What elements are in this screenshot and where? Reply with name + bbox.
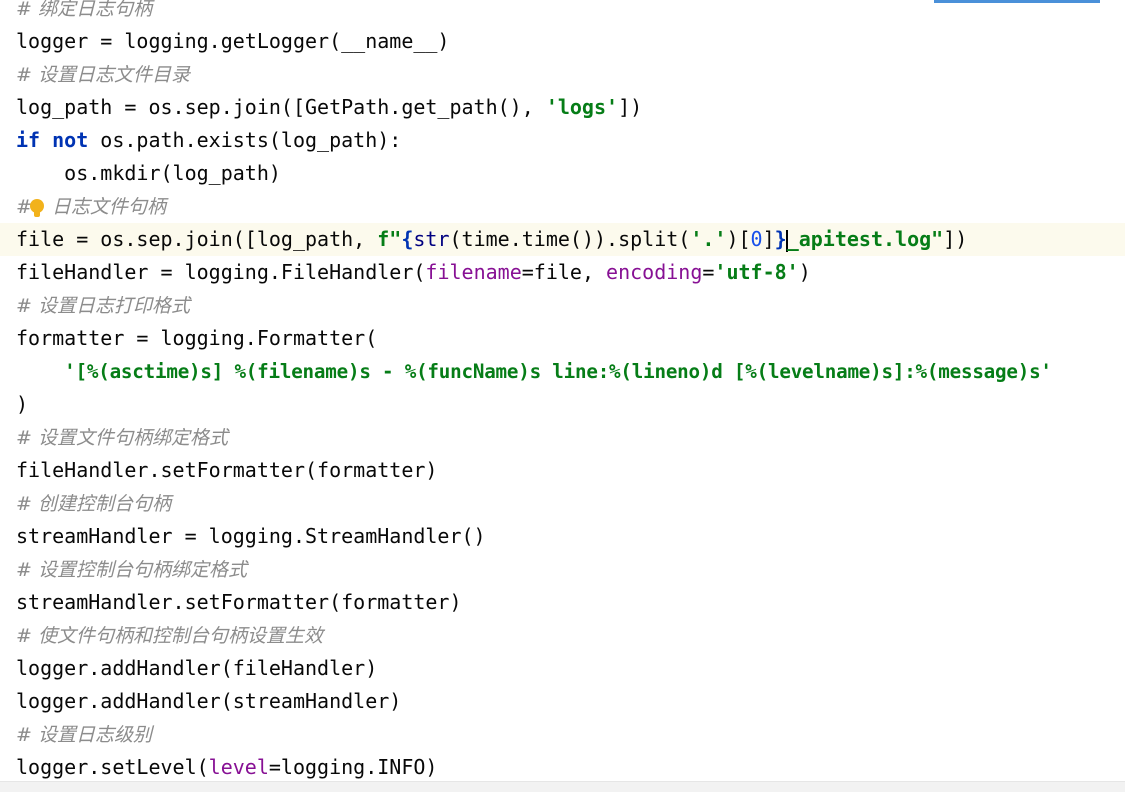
- comment: # 绑定日志句柄: [16, 0, 152, 20]
- string-literal: 'utf-8': [714, 260, 799, 284]
- code-text: os.mkdir(log_path): [16, 161, 281, 185]
- string-literal: _apitest.log": [786, 227, 944, 251]
- code-text: =: [702, 260, 715, 284]
- code-text: =file,: [521, 260, 607, 284]
- code-line-current[interactable]: file = os.sep.join([log_path, f"{str(tim…: [0, 223, 1125, 256]
- code-line[interactable]: streamHandler.setFormatter(formatter): [0, 586, 1125, 619]
- number-literal: 0: [750, 227, 763, 251]
- code-text: ]): [618, 95, 643, 119]
- code-editor[interactable]: # 绑定日志句柄 logger = logging.getLogger(__na…: [0, 0, 1125, 792]
- comment: # 设置日志文件目录: [16, 64, 190, 86]
- code-text: os.path.exists(log_path):: [88, 128, 402, 152]
- code-line[interactable]: logger.addHandler(fileHandler): [0, 652, 1125, 685]
- code-line[interactable]: # 设置日志文件目录: [0, 58, 1125, 91]
- keyword: not: [52, 128, 89, 152]
- code-text: ]): [943, 227, 968, 251]
- code-text: logger.setLevel(: [16, 755, 209, 779]
- fstring-brace: {: [401, 227, 414, 251]
- code-text: )[: [726, 227, 751, 251]
- code-line[interactable]: # 设置日志打印格式: [0, 289, 1125, 322]
- code-text: ): [798, 260, 811, 284]
- code-text: (time.time()).split(: [449, 227, 691, 251]
- code-text: streamHandler.setFormatter(formatter): [16, 590, 462, 614]
- comment: # 创建控制台句柄: [16, 493, 171, 515]
- comment: # 设置日志级别: [16, 724, 152, 746]
- code-line[interactable]: # 设置文件句柄绑定格式: [0, 421, 1125, 454]
- code-line[interactable]: if not os.path.exists(log_path):: [0, 124, 1125, 157]
- code-text: logger.addHandler(fileHandler): [16, 656, 378, 680]
- code-text: log_path = os.sep.join([GetPath.get_path…: [16, 95, 546, 119]
- string-literal: 'logs': [545, 95, 619, 119]
- horizontal-scrollbar[interactable]: [0, 781, 1125, 792]
- code-line[interactable]: # 设置日志级别: [0, 718, 1125, 751]
- code-line[interactable]: logger.setLevel(level=logging.INFO): [0, 751, 1125, 784]
- code-line[interactable]: fileHandler.setFormatter(formatter): [0, 454, 1125, 487]
- code-line[interactable]: os.mkdir(log_path): [0, 157, 1125, 190]
- code-text: =logging.INFO): [268, 755, 438, 779]
- keyword: if: [16, 128, 41, 152]
- param-name: filename: [425, 260, 522, 284]
- comment: # 使文件句柄和控制台句柄设置生效: [16, 625, 323, 647]
- code-line[interactable]: logger.addHandler(streamHandler): [0, 685, 1125, 718]
- code-text: formatter = logging.Formatter(: [16, 326, 378, 350]
- string-literal: '.': [690, 227, 727, 251]
- code-line[interactable]: formatter = logging.Formatter(: [0, 322, 1125, 355]
- code-text: fileHandler = logging.FileHandler(: [16, 260, 426, 284]
- code-line[interactable]: # 创建控制台句柄: [0, 487, 1125, 520]
- code-line[interactable]: streamHandler = logging.StreamHandler(): [0, 520, 1125, 553]
- comment: # 设置文件句柄绑定格式: [16, 427, 228, 449]
- code-line[interactable]: log_path = os.sep.join([GetPath.get_path…: [0, 91, 1125, 124]
- code-text: fileHandler.setFormatter(formatter): [16, 458, 438, 482]
- comment: # 设置控制台句柄绑定格式: [16, 559, 247, 581]
- code-text: ]: [762, 227, 775, 251]
- code-line[interactable]: ): [0, 388, 1125, 421]
- code-line[interactable]: # 使文件句柄和控制台句柄设置生效: [0, 619, 1125, 652]
- param-name: level: [208, 755, 269, 779]
- code-line[interactable]: # 日志文件句柄: [0, 190, 1125, 223]
- lightbulb-icon[interactable]: [30, 199, 44, 217]
- code-area[interactable]: # 绑定日志句柄 logger = logging.getLogger(__na…: [0, 0, 1125, 784]
- code-line[interactable]: logger = logging.getLogger(__name__): [0, 25, 1125, 58]
- code-text: logger.addHandler(streamHandler): [16, 689, 402, 713]
- comment: # 设置日志打印格式: [16, 295, 190, 317]
- builtin-name: str: [413, 227, 450, 251]
- code-line[interactable]: # 绑定日志句柄: [0, 0, 1125, 25]
- code-line[interactable]: # 设置控制台句柄绑定格式: [0, 553, 1125, 586]
- code-text: ): [16, 392, 29, 416]
- string-literal: '[%(asctime)s] %(filename)s - %(funcName…: [64, 360, 1052, 383]
- code-line[interactable]: '[%(asctime)s] %(filename)s - %(funcName…: [0, 355, 1125, 388]
- code-text: logger = logging.getLogger(__name__): [16, 29, 450, 53]
- code-text: file = os.sep.join([log_path,: [16, 227, 378, 251]
- param-name: encoding: [606, 260, 703, 284]
- string-literal: f": [377, 227, 402, 251]
- code-line[interactable]: fileHandler = logging.FileHandler(filena…: [0, 256, 1125, 289]
- code-text: streamHandler = logging.StreamHandler(): [16, 524, 486, 548]
- comment: 日志文件句柄: [51, 196, 166, 218]
